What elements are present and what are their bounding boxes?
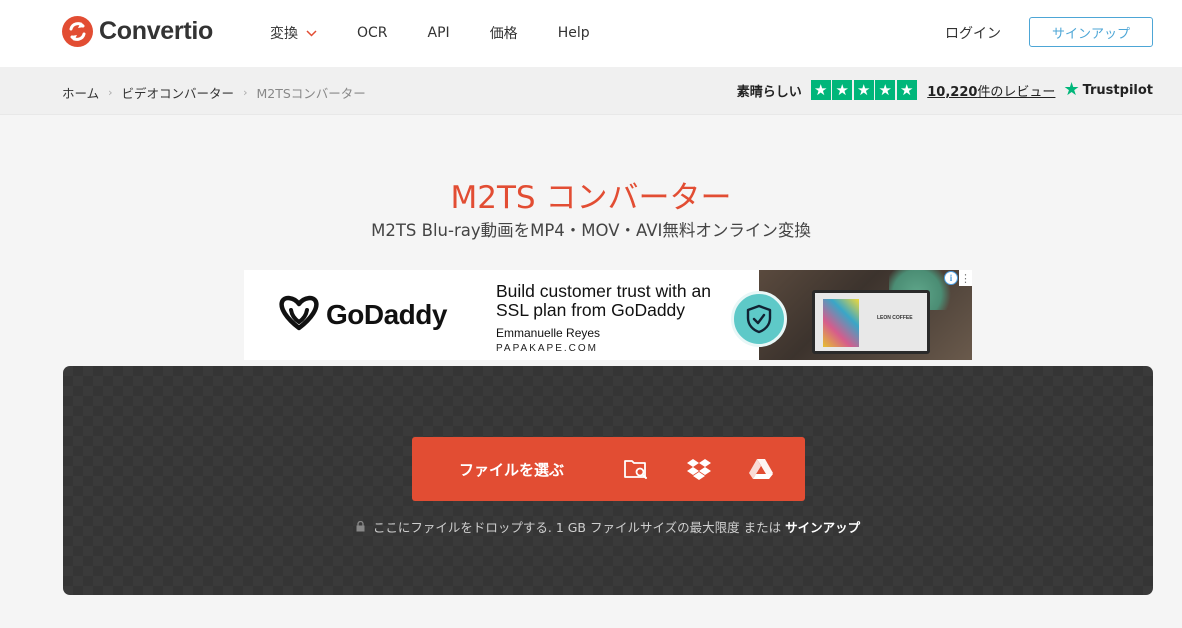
choose-files-button[interactable]: ファイルを選ぶ (412, 437, 805, 501)
drop-note: ここにファイルをドロップする. 1 GB ファイルサイズの最大限度 または サイ… (63, 517, 1153, 536)
nav-item-ocr[interactable]: OCR (357, 23, 388, 43)
login-link[interactable]: ログイン (945, 23, 1001, 43)
lock-icon (356, 521, 365, 532)
nav-item-label: 変換 (270, 26, 298, 42)
breadcrumb-separator: › (243, 86, 248, 99)
star-icon: ★ (853, 80, 874, 100)
main-nav: 変換 OCR API 価格 Help (270, 23, 630, 43)
trustpilot-brand: Trustpilot (1082, 82, 1153, 98)
dropbox-icon[interactable] (685, 455, 713, 483)
laptop-image: LEON COFFEE (812, 290, 930, 354)
ad-site: PAPAKAPE.COM (496, 343, 598, 354)
ad-info-icon[interactable]: i (944, 271, 958, 285)
reviews-count: 10,220 (927, 84, 978, 100)
trust-stars: ★ ★ ★ ★ ★ (810, 80, 919, 100)
nav-item-convert[interactable]: 変換 (270, 23, 317, 43)
photo-text: LEON COFFEE (877, 315, 913, 321)
trustpilot-widget[interactable]: 素晴らしい ★ ★ ★ ★ ★ 10,220件のレビュー ★ Trustpilo… (737, 80, 1153, 100)
chevron-down-icon (306, 25, 317, 41)
trustpilot-star-icon: ★ (1063, 79, 1080, 100)
star-icon: ★ (810, 80, 831, 100)
ad-menu-icon[interactable]: ⋮ (959, 270, 972, 286)
logo-text: Convertio (99, 17, 213, 45)
ad-photo: LEON COFFEE (759, 270, 972, 360)
godaddy-icon (278, 294, 320, 336)
google-drive-icon[interactable] (747, 455, 775, 483)
nav-item-pricing[interactable]: 価格 (490, 23, 518, 43)
star-icon: ★ (832, 80, 853, 100)
signup-button[interactable]: サインアップ (1029, 17, 1153, 47)
shield-check-icon (731, 291, 787, 347)
breadcrumb-separator: › (108, 86, 113, 99)
ad-headline: Build customer trust with an SSL plan fr… (496, 281, 711, 320)
advertisement-banner[interactable]: GoDaddy Build customer trust with an SSL… (244, 270, 972, 360)
convertio-logo-icon (62, 16, 93, 47)
page-subtitle: M2TS Blu-ray動画をMP4・MOV・AVI無料オンライン変換 (371, 221, 811, 240)
trustpilot-logo: ★ Trustpilot (1063, 81, 1153, 99)
convertio-logo[interactable]: Convertio (62, 16, 213, 47)
breadcrumb-current: M2TSコンバーター (256, 86, 366, 101)
choose-files-label: ファイルを選ぶ (459, 461, 565, 479)
godaddy-logo: GoDaddy (278, 294, 447, 336)
top-header: Convertio 変換 OCR API 価格 Help ログイン サインアップ (0, 0, 1182, 67)
upload-dropzone[interactable]: ファイルを選ぶ ここにファイルをドロップする. 1 GB ファイルサイズの最大限… (63, 366, 1153, 595)
star-icon: ★ (896, 80, 917, 100)
reviews-link[interactable]: 10,220件のレビュー (927, 81, 1055, 100)
breadcrumb-bar: ホーム › ビデオコンバーター › M2TSコンバーター 素晴らしい ★ ★ ★… (0, 67, 1182, 115)
breadcrumb-video-converter[interactable]: ビデオコンバーター (122, 83, 235, 102)
nav-item-api[interactable]: API (428, 23, 450, 43)
breadcrumb: ホーム › ビデオコンバーター › M2TSコンバーター (62, 83, 366, 102)
reviews-suffix: 件のレビュー (977, 84, 1056, 100)
signup-link[interactable]: サインアップ (785, 517, 860, 536)
nav-item-help[interactable]: Help (558, 23, 590, 43)
ad-person: Emmanuelle Reyes (496, 326, 601, 340)
laptop-artwork (823, 299, 859, 347)
folder-search-icon[interactable] (622, 455, 650, 483)
page-title: M2TS コンバーター (450, 180, 732, 216)
breadcrumb-home[interactable]: ホーム (62, 83, 99, 102)
trust-rating-label: 素晴らしい (736, 84, 802, 100)
star-icon: ★ (875, 80, 896, 100)
ad-brand: GoDaddy (326, 299, 447, 330)
drop-note-text: ここにファイルをドロップする. 1 GB ファイルサイズの最大限度 または (372, 520, 782, 535)
